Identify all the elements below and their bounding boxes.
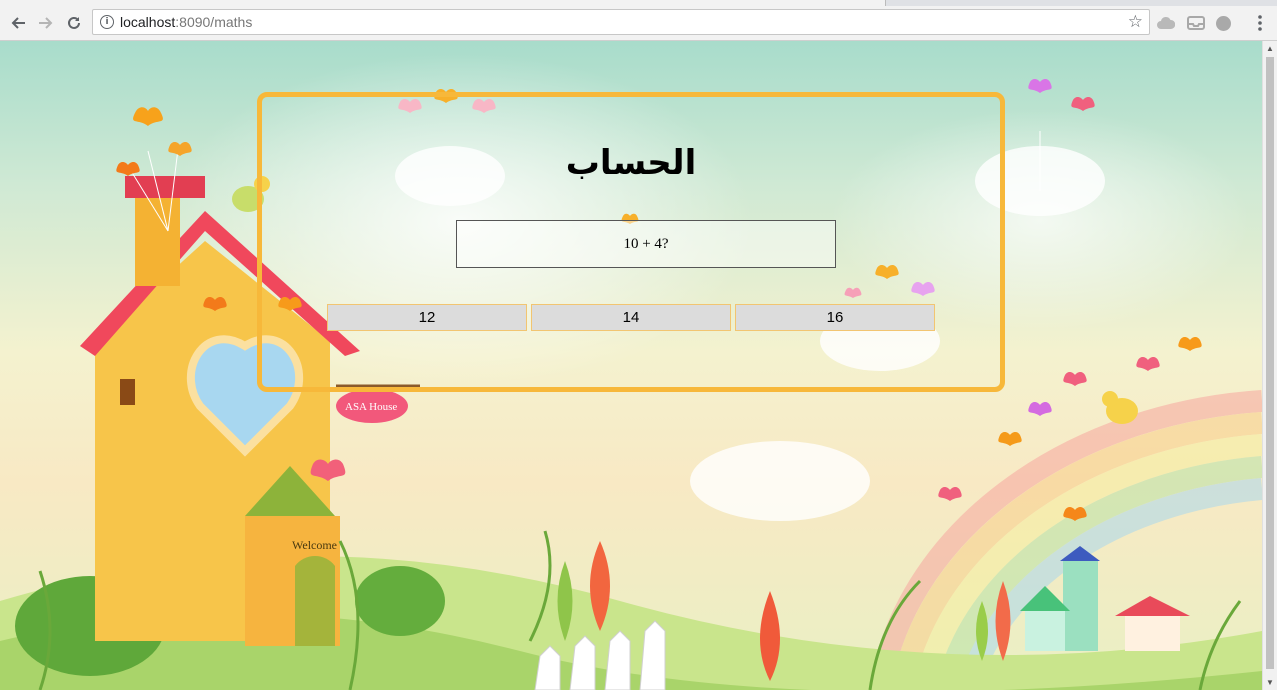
address-bar[interactable]: i localhost:8090/maths ☆ bbox=[92, 9, 1150, 35]
kebab-menu-icon[interactable] bbox=[1251, 14, 1269, 32]
browser-toolbar: i localhost:8090/maths ☆ bbox=[0, 6, 1277, 41]
url-text[interactable]: localhost:8090/maths bbox=[120, 14, 252, 30]
asa-house-sign-text: ASA House bbox=[345, 401, 397, 413]
scroll-down-arrow-icon[interactable]: ▼ bbox=[1266, 678, 1274, 687]
cloud-extension-icon[interactable] bbox=[1157, 14, 1175, 32]
answer-button-3[interactable]: 16 bbox=[735, 304, 935, 331]
info-icon[interactable]: i bbox=[100, 15, 114, 29]
welcome-sign-text: Welcome bbox=[292, 538, 337, 552]
reload-icon[interactable] bbox=[62, 11, 86, 35]
scrollbar-thumb[interactable] bbox=[1266, 57, 1274, 669]
scroll-up-arrow-icon[interactable]: ▲ bbox=[1266, 44, 1274, 53]
star-icon[interactable]: ☆ bbox=[1128, 12, 1143, 32]
page-title: الحساب bbox=[565, 143, 697, 183]
answer-button-1[interactable]: 12 bbox=[327, 304, 527, 331]
question-box: 10 + 4? bbox=[456, 220, 836, 268]
inbox-extension-icon[interactable] bbox=[1187, 14, 1205, 32]
vertical-scrollbar[interactable]: ▲ ▼ bbox=[1262, 41, 1277, 690]
forward-arrow-icon[interactable] bbox=[34, 11, 58, 35]
back-arrow-icon[interactable] bbox=[6, 11, 30, 35]
circle-extension-icon[interactable] bbox=[1214, 14, 1232, 32]
page-viewport: Welcome ASA House الحساب 10 + 4? 12 14 1… bbox=[0, 41, 1262, 690]
answer-button-2[interactable]: 14 bbox=[531, 304, 731, 331]
